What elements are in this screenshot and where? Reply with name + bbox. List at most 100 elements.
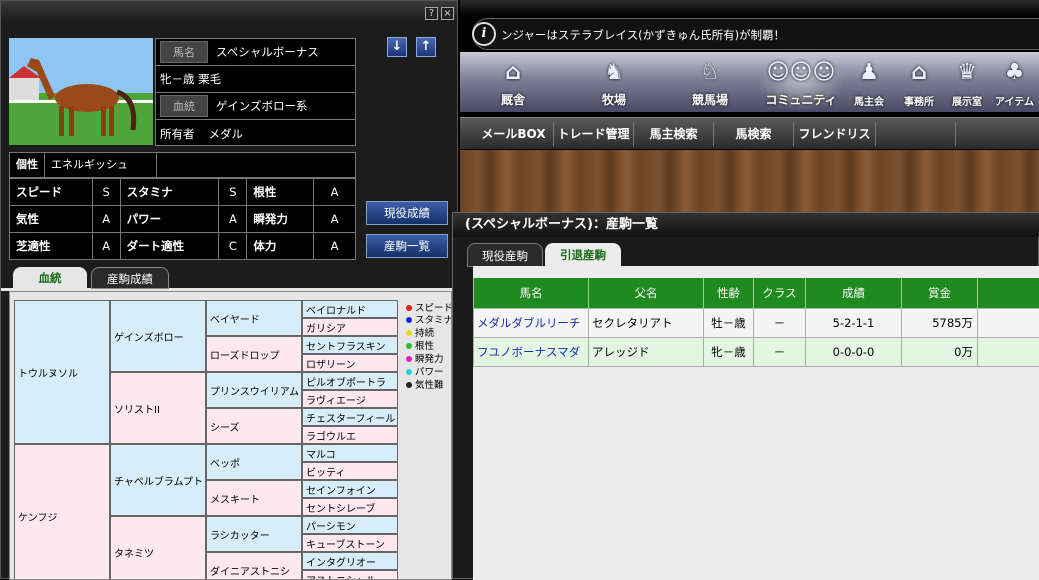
submenu-empty [876, 122, 956, 146]
sex-age-color: 牝－歳 栗毛 [160, 71, 221, 87]
stat-label: 芝適性 [10, 233, 93, 260]
tab-pedigree[interactable]: 血統 [13, 267, 87, 289]
stat-value: S [92, 179, 120, 206]
stat-label: スピード [10, 179, 93, 206]
personality-label: 個性 [10, 153, 45, 177]
owner-label: 所有者 [160, 126, 195, 142]
pedigree-gen4: ピルオブポートラ [302, 372, 398, 390]
sex-age: 牝－歳 [704, 337, 754, 366]
stats-table: スピードS スタミナS 根性A 気性A パワーA 瞬発力A 芝適性A ダート適性… [9, 178, 356, 260]
column-header[interactable]: 性齢 [704, 278, 754, 308]
help-button[interactable]: ? [425, 7, 438, 20]
pedigree-gen4: パーシモン [302, 516, 398, 534]
pedigree-gen3: ローズドロップ [206, 336, 302, 372]
menu-stable[interactable]: ⌂厩舎 [460, 52, 566, 112]
submenu-horse-search[interactable]: 馬検索 [714, 122, 794, 146]
column-header[interactable]: 成績 [806, 278, 902, 308]
ranch-icon: ♞ [566, 60, 662, 85]
menu-office[interactable]: ⌂事務所 [894, 52, 944, 112]
pedigree-gen4: ガリシア [302, 318, 398, 336]
menu-items[interactable]: ♣アイテム [990, 52, 1039, 112]
pedigree-gen3: メスキート [206, 480, 302, 516]
pedigree-gen2: ゲインズボロー [110, 300, 206, 372]
pedigree-gen2: チャペルブラムプト [110, 444, 206, 516]
legend-item: スタミナ [406, 312, 452, 326]
pedigree-gen3: ラシカッター [206, 516, 302, 552]
item-bag-icon: ♣ [990, 60, 1039, 85]
stat-value: A [314, 206, 356, 233]
stat-value: A [92, 206, 120, 233]
menu-ranch[interactable]: ♞牧場 [566, 52, 662, 112]
stat-label: 体力 [247, 233, 314, 260]
pedigree-gen3: ベイヤード [206, 300, 302, 336]
menu-racecourse[interactable]: ♘競馬場 [662, 52, 758, 112]
next-horse-button[interactable]: ↓ [387, 37, 407, 57]
tab-offspring-results[interactable]: 産駒成績 [91, 267, 169, 289]
stable-icon: ⌂ [460, 60, 566, 85]
column-header-empty [978, 278, 1039, 308]
submenu-owner-search[interactable]: 馬主検索 [634, 122, 714, 146]
class: － [754, 337, 806, 366]
pedigree-gen2: ソリストII [110, 372, 206, 444]
offspring-list-button[interactable]: 産駒一覧 [366, 234, 448, 258]
table-row[interactable]: フユノボーナスマダ アレッジド 牝－歳 － 0-0-0-0 0万 [474, 337, 1039, 366]
owner-value: メダル [209, 126, 244, 142]
legend-dot-icon [406, 305, 412, 311]
prize-money: 5785万 [902, 308, 978, 337]
sire-name: セクレタリアト [589, 308, 704, 337]
pedigree-gen3: プリンスウイリアム [206, 372, 302, 408]
lineage-tag: 血統 [160, 95, 208, 117]
column-header[interactable]: 賞金 [902, 278, 978, 308]
window-title: (スペシャルボーナス)：産駒一覧 [453, 213, 1039, 237]
owner-icon: ♟ [844, 60, 894, 85]
legend-dot-icon [406, 369, 412, 375]
menu-showroom[interactable]: ♛展示室 [944, 52, 990, 112]
stat-label: スタミナ [120, 179, 219, 206]
menu-community[interactable]: ☺☺☺コミュニティ [758, 52, 844, 112]
personality-row: 個性 エネルギッシュ [9, 152, 356, 178]
column-header[interactable]: 馬名 [474, 278, 589, 308]
empty-cell [978, 308, 1039, 337]
stat-value: C [219, 233, 247, 260]
column-header[interactable]: クラス [754, 278, 806, 308]
submenu-mailbox[interactable]: メールBOX [474, 122, 554, 146]
record: 0-0-0-0 [806, 337, 902, 366]
submenu-trade[interactable]: トレード管理 [554, 122, 634, 146]
legend-dot-icon [406, 317, 412, 323]
submenu-friend-list[interactable]: フレンドリスト [794, 122, 876, 146]
race-results-button[interactable]: 現役成績 [366, 201, 448, 225]
stat-value: A [92, 233, 120, 260]
legend-dot-icon [406, 356, 412, 362]
class: － [754, 308, 806, 337]
main-game-area: i ンジャーはステラブレイス(かずきゅん氏所有)が制覇！ ⌂厩舎 ♞牧場 ♘競馬… [460, 0, 1039, 212]
close-button[interactable]: × [441, 7, 454, 20]
offspring-table: 馬名 父名 性齢 クラス 成績 賞金 メダルダブルリーチ セクレタリアト 牡－歳… [473, 278, 1039, 367]
community-icon: ☺☺☺ [758, 60, 844, 85]
legend-item: 根性 [406, 338, 434, 352]
pedigree-gen4: ビッティ [302, 462, 398, 480]
column-header[interactable]: 父名 [589, 278, 704, 308]
legend-dot-icon [406, 343, 412, 349]
pedigree-gen3: シーズ [206, 408, 302, 444]
prev-horse-button[interactable]: ↑ [416, 37, 436, 57]
trophy-icon: ♛ [944, 60, 990, 85]
pedigree-gen4: ベイロナルド [302, 300, 398, 318]
wood-background [460, 150, 1039, 212]
table-row[interactable]: メダルダブルリーチ セクレタリアト 牡－歳 － 5-2-1-1 5785万 [474, 308, 1039, 337]
pedigree-gen4: セントフラスキン [302, 336, 398, 354]
offspring-name-link[interactable]: メダルダブルリーチ [474, 308, 589, 337]
tab-active-offspring[interactable]: 現役産駒 [467, 243, 543, 267]
pedigree-sire: トウルヌソル [14, 300, 110, 444]
pedigree-gen4: インタグリオー [302, 552, 398, 570]
pedigree-gen4: セントシレーブ [302, 498, 398, 516]
legend-dot-icon [406, 330, 412, 336]
menu-owners-club[interactable]: ♟馬主会 [844, 52, 894, 112]
jockey-icon: ♘ [662, 60, 758, 85]
tab-retired-offspring[interactable]: 引退産駒 [545, 243, 621, 267]
sex-age: 牡－歳 [704, 308, 754, 337]
window-titlebar [1, 1, 457, 23]
pedigree-dam: ケンフジ [14, 444, 110, 580]
offspring-name-link[interactable]: フユノボーナスマダ [474, 337, 589, 366]
legend-item: 気性難 [406, 377, 444, 391]
pedigree-gen4: ロザリーン [302, 354, 398, 372]
